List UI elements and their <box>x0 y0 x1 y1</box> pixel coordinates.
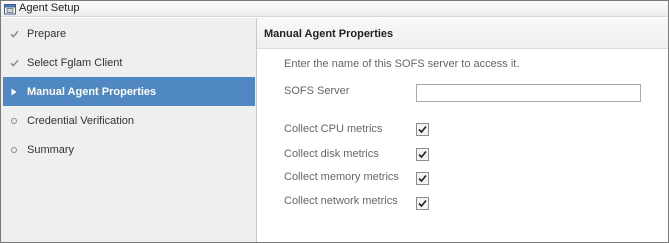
properties-panel: Manual Agent Properties Enter the name o… <box>257 18 668 242</box>
collect-memory-metrics-checkbox[interactable] <box>416 172 429 185</box>
arrow-right-icon <box>9 88 19 96</box>
step-credential-verification[interactable]: Credential Verification <box>3 106 255 135</box>
collect-disk-metrics-checkbox[interactable] <box>416 148 429 161</box>
instruction-text: Enter the name of this SOFS server to ac… <box>284 58 520 70</box>
checkmark-icon <box>418 150 427 159</box>
title-bar: Agent Setup <box>1 1 668 17</box>
circle-icon <box>9 117 19 124</box>
collect-cpu-metrics-label: Collect CPU metrics <box>284 123 383 135</box>
step-manual-agent-properties[interactable]: Manual Agent Properties <box>3 77 255 106</box>
step-label: Select Fglam Client <box>27 56 123 69</box>
agent-setup-window: Agent Setup Prepare Select Fglam Client … <box>0 0 669 243</box>
step-select-fglam-client[interactable]: Select Fglam Client <box>3 48 255 77</box>
collect-disk-metrics-label: Collect disk metrics <box>284 148 379 160</box>
circle-icon <box>9 146 19 153</box>
sofs-server-label: SOFS Server <box>284 85 350 97</box>
collect-network-metrics-label: Collect network metrics <box>284 195 398 207</box>
sofs-server-input[interactable] <box>416 84 641 102</box>
step-label: Manual Agent Properties <box>27 85 157 98</box>
step-label: Prepare <box>27 27 67 40</box>
panel-title: Manual Agent Properties <box>264 28 394 40</box>
collect-memory-metrics-label: Collect memory metrics <box>284 171 399 183</box>
checkmark-icon <box>418 125 427 134</box>
collect-network-metrics-checkbox[interactable] <box>416 197 429 210</box>
step-prepare[interactable]: Prepare <box>3 19 255 48</box>
window-title: Agent Setup <box>19 2 80 14</box>
wizard-steps-sidebar: Prepare Select Fglam Client Manual Agent… <box>1 18 257 242</box>
check-icon <box>9 30 19 38</box>
step-summary[interactable]: Summary <box>3 135 255 164</box>
collect-cpu-metrics-checkbox[interactable] <box>416 123 429 136</box>
step-label: Credential Verification <box>27 114 135 127</box>
wizard-icon <box>4 3 16 15</box>
checkmark-icon <box>418 199 427 208</box>
check-icon <box>9 59 19 67</box>
checkmark-icon <box>418 174 427 183</box>
panel-header: Manual Agent Properties <box>257 18 668 49</box>
step-label: Summary <box>27 143 75 156</box>
